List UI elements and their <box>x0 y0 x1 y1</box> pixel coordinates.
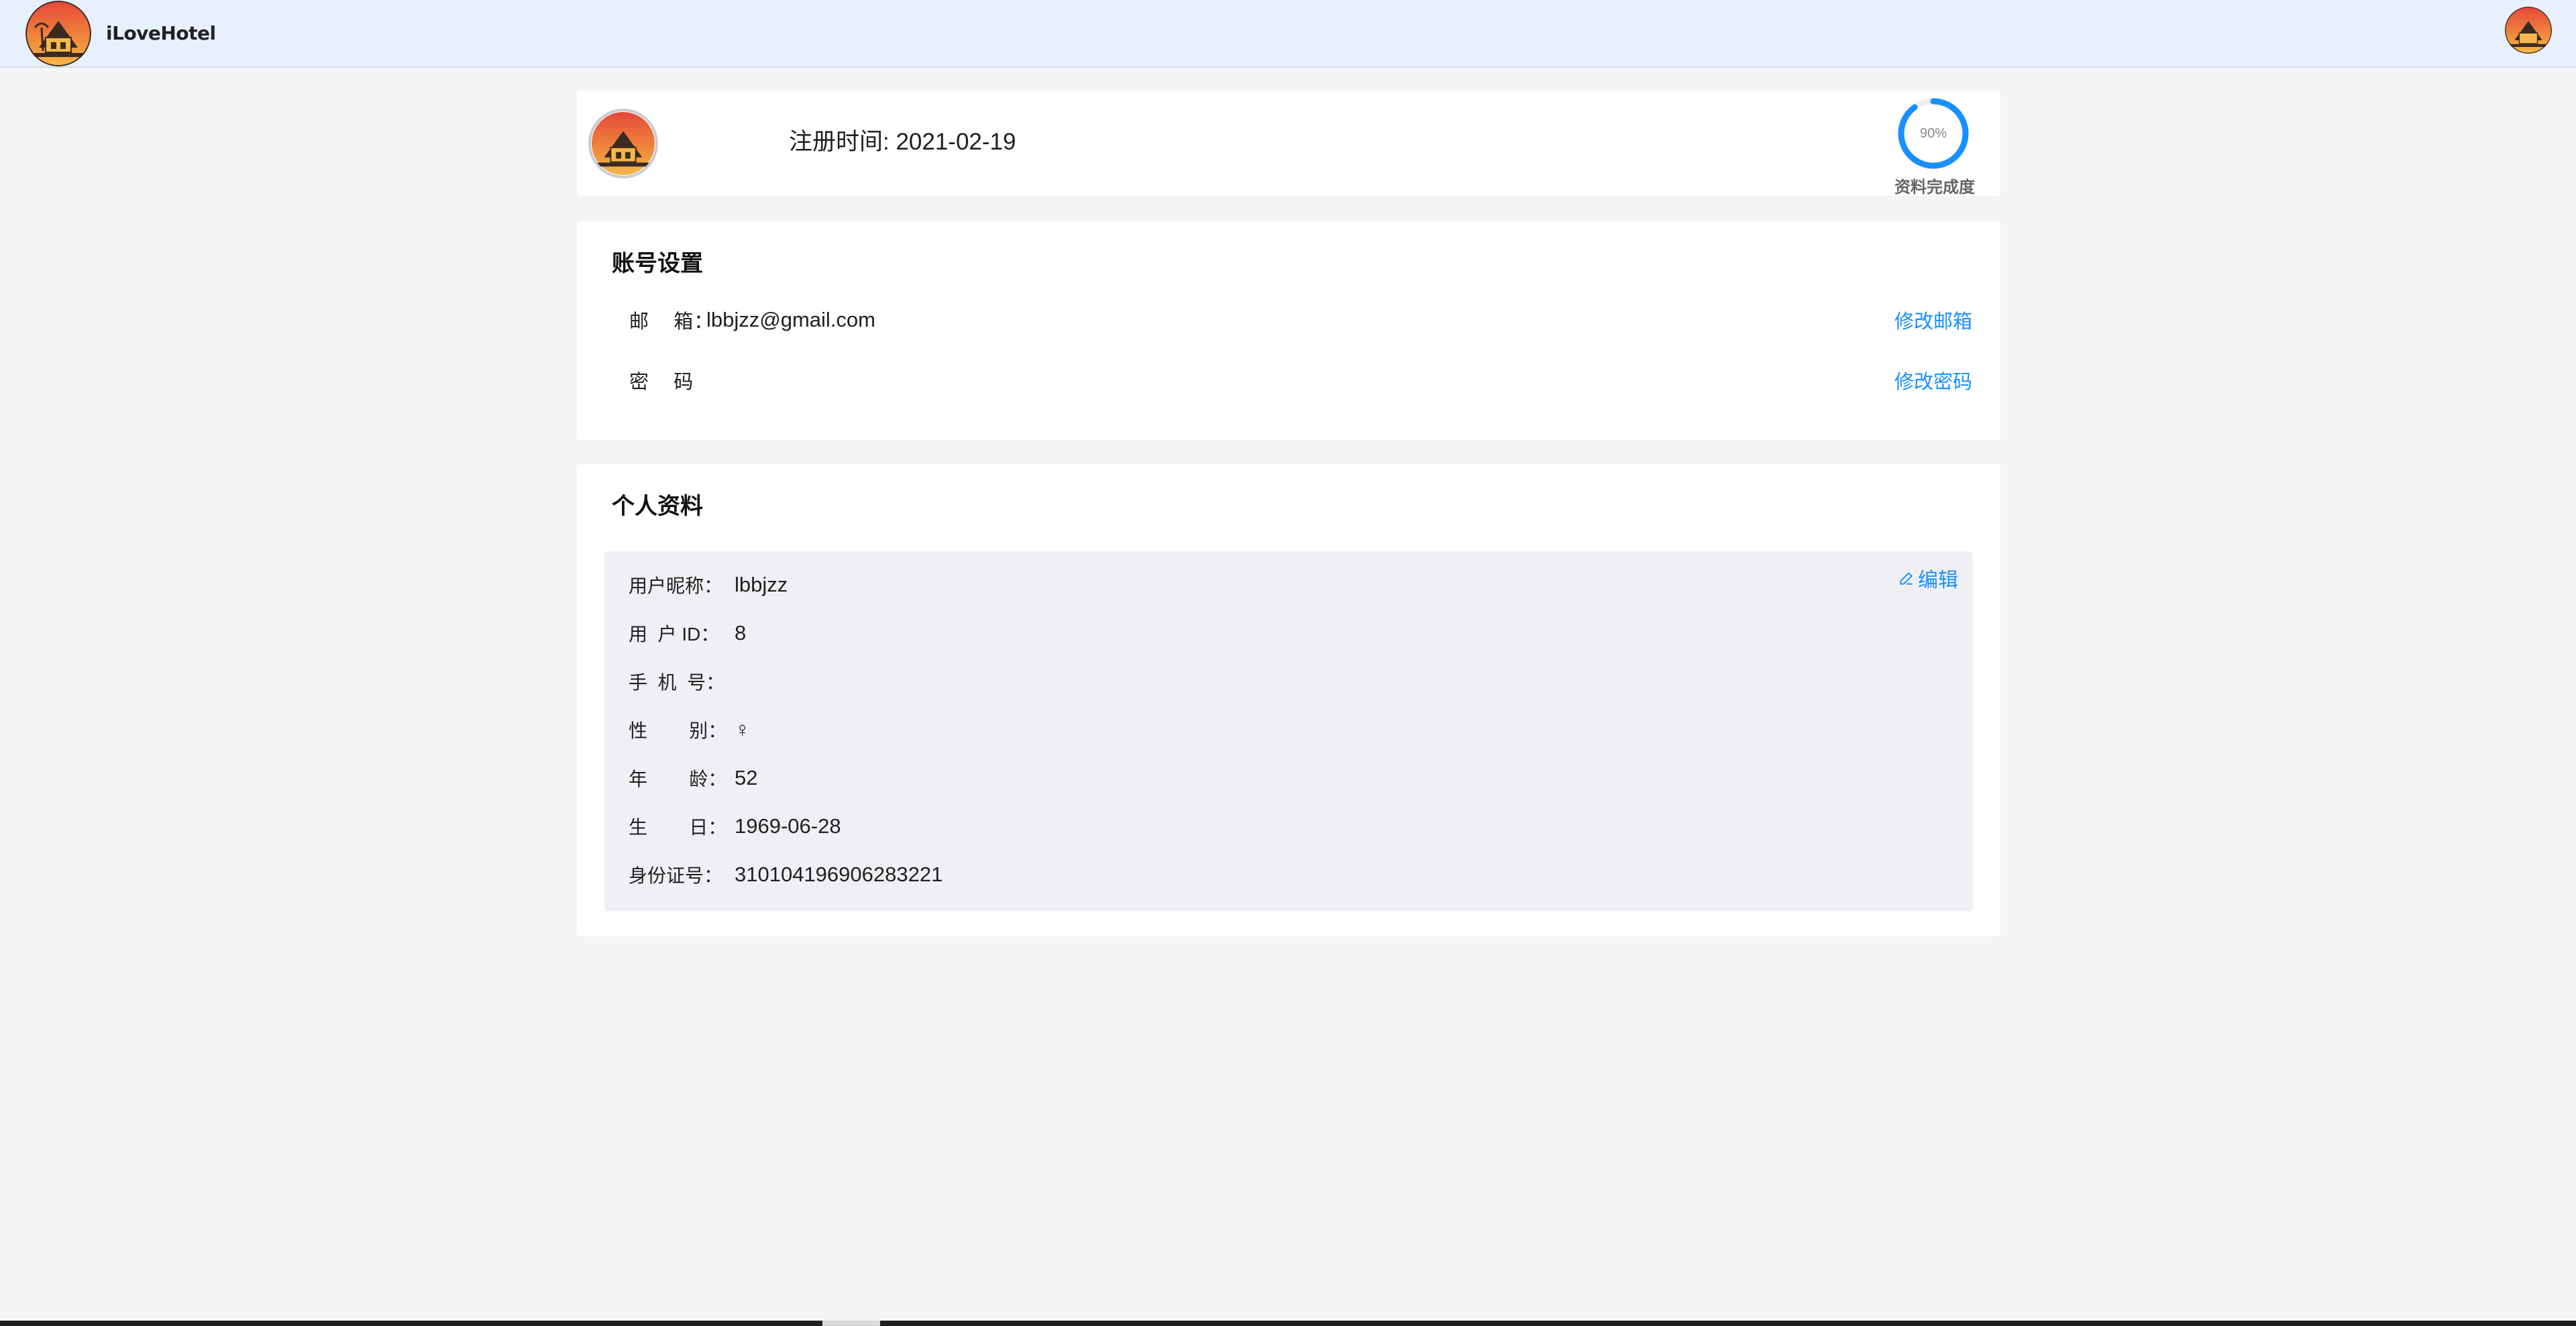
field-birthday: 生 日： 1969-06-28 <box>629 813 841 840</box>
field-value: lbbjzz <box>735 573 788 596</box>
completion-percent: 90% <box>1919 125 1947 141</box>
brand-name: iLoveHotel <box>106 22 216 44</box>
change-password-link[interactable]: 修改密码 <box>1894 366 1972 394</box>
email-value: lbbjzz@gmail.com <box>706 308 875 331</box>
hotel-logo-icon[interactable] <box>25 0 91 66</box>
field-label: 用户昵称： <box>629 575 723 596</box>
completion-label: 资料完成度 <box>1894 178 1975 197</box>
account-settings-title: 账号设置 <box>612 251 703 276</box>
bottom-scrollbar-thumb[interactable] <box>822 1321 880 1326</box>
email-label: 邮 箱： <box>629 311 714 333</box>
change-email-link[interactable]: 修改邮箱 <box>1894 306 1972 334</box>
edit-label: 编辑 <box>1918 569 1958 592</box>
profile-summary-card: 注册时间: 2021-02-19 90% 资料完成度 <box>577 91 2000 197</box>
personal-info-box: 编辑 用户昵称： lbbjzz 用 户 ID： 8 手 机 号： 性 别： ♀ … <box>604 551 1973 911</box>
field-user-id: 用 户 ID： 8 <box>629 620 746 647</box>
field-phone: 手 机 号： <box>629 668 735 695</box>
field-value: 1969-06-28 <box>735 814 841 838</box>
field-label: 生 日： <box>629 817 727 838</box>
field-value: 52 <box>735 766 758 789</box>
field-value: 310104196906283221 <box>735 863 943 886</box>
field-gender: 性 别： ♀ <box>629 716 750 743</box>
field-id-card: 身份证号： 310104196906283221 <box>629 861 943 888</box>
password-label: 密 码 <box>629 372 694 393</box>
bottom-scrollbar-track[interactable] <box>0 1321 2576 1326</box>
field-nickname: 用户昵称： lbbjzz <box>629 571 788 598</box>
user-avatar-icon[interactable] <box>2505 7 2552 54</box>
edit-icon <box>1900 572 1913 585</box>
password-row: 密 码 <box>629 366 706 394</box>
edit-button[interactable]: 编辑 <box>1898 563 1958 593</box>
field-label: 用 户 ID： <box>629 624 720 645</box>
personal-info-title: 个人资料 <box>612 494 703 519</box>
profile-completion-progress: 90% <box>1897 97 1970 170</box>
field-label: 手 机 号： <box>629 672 725 693</box>
registration-time: 注册时间: 2021-02-19 <box>789 129 1016 155</box>
field-label: 身份证号： <box>629 865 723 886</box>
female-icon: ♀ <box>735 718 751 741</box>
profile-avatar-icon[interactable] <box>588 109 658 178</box>
field-age: 年 龄： 52 <box>629 765 757 791</box>
personal-info-card: 个人资料 编辑 用户昵称： lbbjzz 用 户 ID： 8 手 机 号： 性 … <box>577 464 2000 936</box>
field-value: 8 <box>735 621 747 645</box>
field-label: 年 龄： <box>629 769 727 789</box>
email-row: 邮 箱： lbbjzz@gmail.com <box>629 306 875 334</box>
field-label: 性 别： <box>629 720 727 741</box>
top-navbar: iLoveHotel <box>0 0 2576 68</box>
account-settings-card: 账号设置 邮 箱： lbbjzz@gmail.com 修改邮箱 密 码 修改密码 <box>577 221 2000 440</box>
